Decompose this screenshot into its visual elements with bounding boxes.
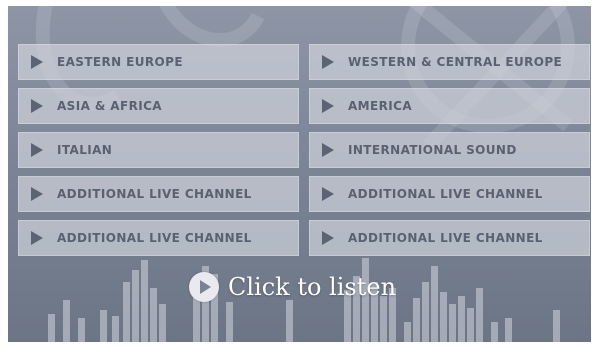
channel-button-additional-live-4[interactable]: ADDITIONAL LIVE CHANNEL (309, 220, 590, 256)
click-to-listen-button[interactable]: Click to listen (189, 272, 396, 302)
channel-grid: EASTERN EUROPE WESTERN & CENTRAL EUROPE … (18, 44, 590, 256)
channel-button-asia-africa[interactable]: ASIA & AFRICA (18, 88, 299, 124)
channel-label: INTERNATIONAL SOUND (348, 143, 517, 157)
play-circle-icon (189, 272, 219, 302)
channel-label: ADDITIONAL LIVE CHANNEL (348, 187, 543, 201)
play-triangle-icon (322, 99, 334, 113)
channel-label: EASTERN EUROPE (57, 55, 183, 69)
play-triangle-icon (322, 143, 334, 157)
channel-label: ADDITIONAL LIVE CHANNEL (57, 231, 252, 245)
channel-button-italian[interactable]: ITALIAN (18, 132, 299, 168)
play-triangle-icon (322, 231, 334, 245)
play-triangle-icon (31, 143, 43, 157)
channel-label: WESTERN & CENTRAL EUROPE (348, 55, 563, 69)
play-triangle-icon (31, 55, 43, 69)
channel-button-additional-live-1[interactable]: ADDITIONAL LIVE CHANNEL (18, 176, 299, 212)
play-triangle-icon (322, 55, 334, 69)
channel-button-western-central-europe[interactable]: WESTERN & CENTRAL EUROPE (309, 44, 590, 80)
channel-label: AMERICA (348, 99, 413, 113)
channel-button-additional-live-3[interactable]: ADDITIONAL LIVE CHANNEL (18, 220, 299, 256)
channel-label: ITALIAN (57, 143, 113, 157)
channel-button-international-sound[interactable]: INTERNATIONAL SOUND (309, 132, 590, 168)
play-triangle-icon (31, 99, 43, 113)
channel-button-america[interactable]: AMERICA (309, 88, 590, 124)
radio-player-panel: EASTERN EUROPE WESTERN & CENTRAL EUROPE … (8, 6, 591, 342)
channel-label: ADDITIONAL LIVE CHANNEL (57, 187, 252, 201)
click-to-listen-label: Click to listen (228, 273, 397, 301)
channel-label: ASIA & AFRICA (57, 99, 162, 113)
channel-button-eastern-europe[interactable]: EASTERN EUROPE (18, 44, 299, 80)
play-triangle-icon (322, 187, 334, 201)
play-triangle-icon (31, 187, 43, 201)
play-triangle-icon (31, 231, 43, 245)
channel-label: ADDITIONAL LIVE CHANNEL (348, 231, 543, 245)
channel-button-additional-live-2[interactable]: ADDITIONAL LIVE CHANNEL (309, 176, 590, 212)
